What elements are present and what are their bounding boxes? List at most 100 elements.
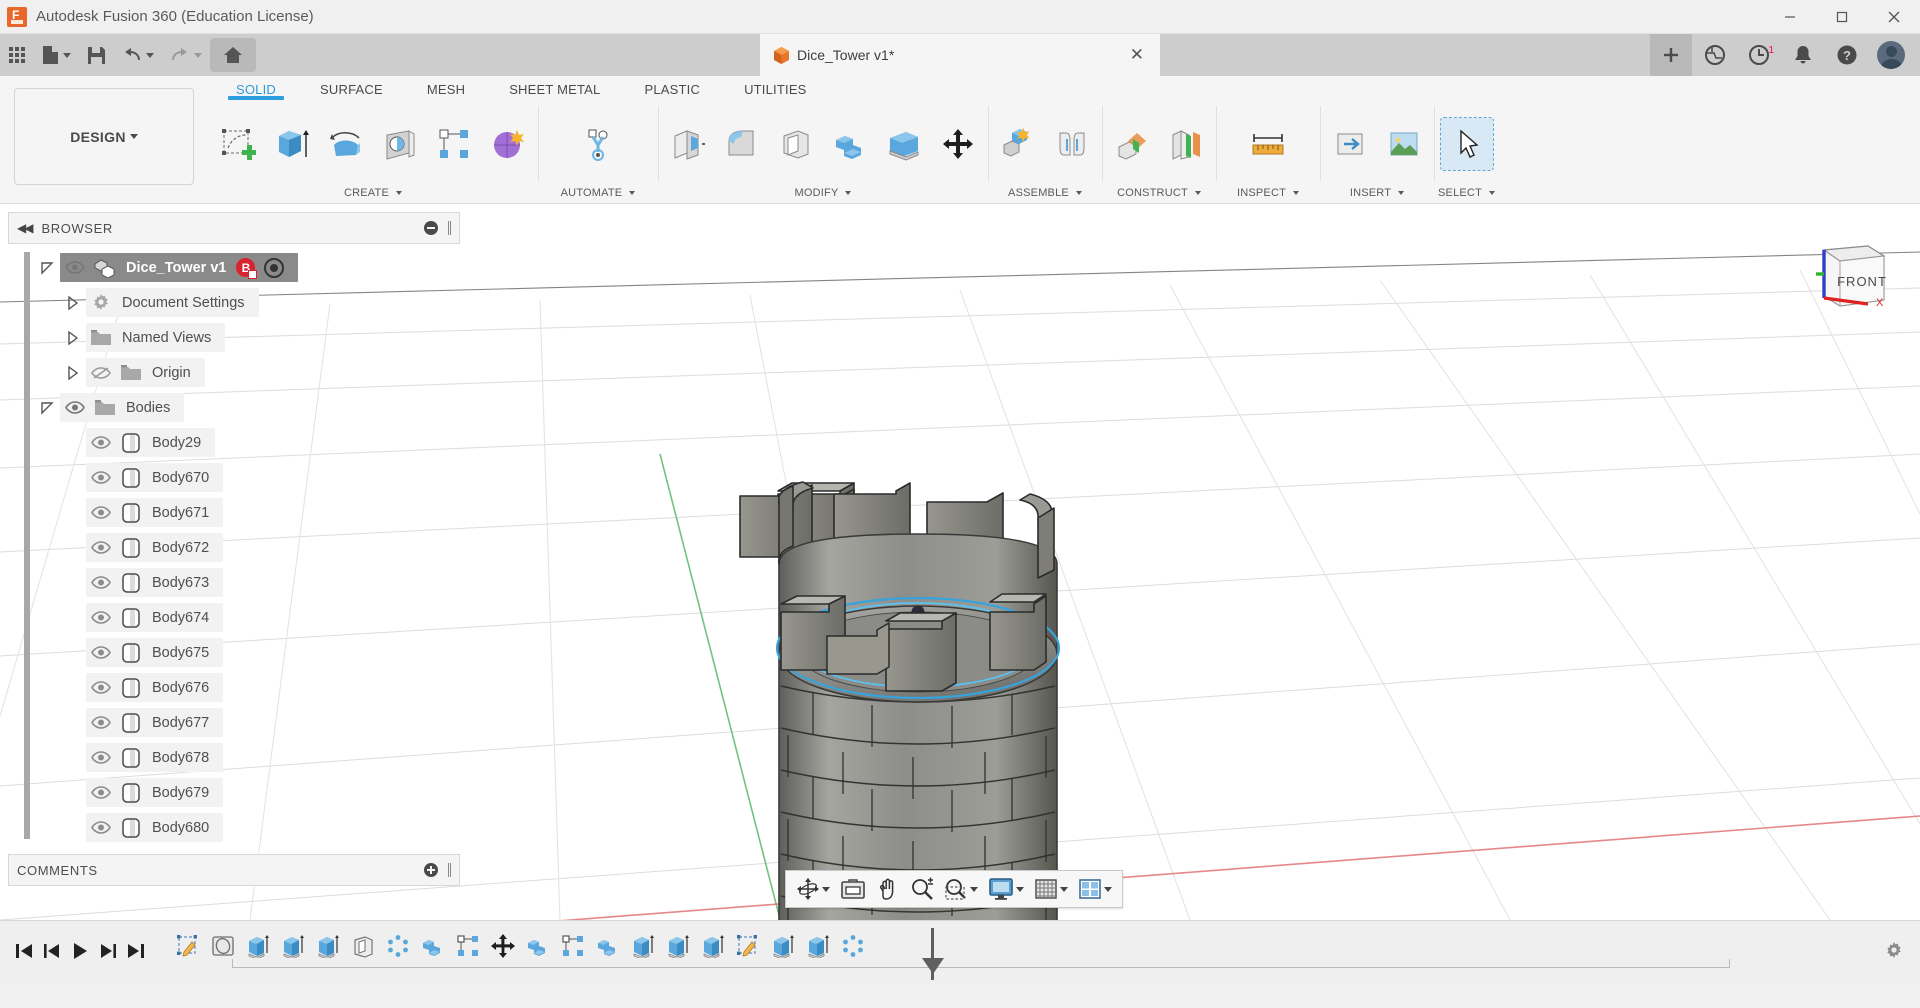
measure-button[interactable]: [1242, 118, 1294, 170]
tree-item-body[interactable]: Body680: [8, 810, 460, 845]
extrude-button[interactable]: [266, 118, 318, 170]
tree-item-bodies[interactable]: Bodies: [8, 390, 460, 425]
timeline-feature-extrude[interactable]: [627, 929, 659, 963]
timeline-feature-move[interactable]: [487, 929, 519, 963]
minus-circle-icon[interactable]: [424, 221, 438, 235]
tree-item-body[interactable]: Body670: [8, 460, 460, 495]
panel-label-inspect[interactable]: INSPECT: [1237, 183, 1299, 203]
eye-icon[interactable]: [86, 681, 116, 694]
document-tab[interactable]: Dice_Tower v1* ✕: [760, 34, 1160, 76]
eye-icon[interactable]: [60, 401, 90, 414]
close-icon[interactable]: ✕: [1090, 45, 1144, 65]
viewport-area[interactable]: ◀◀ BROWSER Dice_Tower v1: [0, 204, 1920, 920]
panel-label-assemble[interactable]: ASSEMBLE: [1008, 183, 1082, 203]
step-back-button[interactable]: [38, 934, 66, 968]
chevron-down-icon[interactable]: [822, 887, 830, 892]
notifications-button[interactable]: [1782, 34, 1824, 76]
create-sketch-button[interactable]: [212, 118, 264, 170]
new-component-button[interactable]: [992, 118, 1044, 170]
eye-icon[interactable]: [86, 576, 116, 589]
app-grid-button[interactable]: [0, 38, 34, 72]
pan-button[interactable]: [872, 874, 904, 904]
look-at-button[interactable]: [836, 874, 870, 904]
view-cube[interactable]: FRONT X: [1800, 218, 1900, 318]
tab-utilities[interactable]: UTILITIES: [722, 82, 828, 100]
tree-item-origin[interactable]: Origin: [8, 355, 460, 390]
grid-snaps-button[interactable]: [1030, 874, 1072, 904]
split-face-button[interactable]: [878, 118, 930, 170]
expand-arrow-right-icon[interactable]: [60, 331, 86, 345]
go-to-beginning-button[interactable]: [10, 934, 38, 968]
tree-item-body[interactable]: Body673: [8, 565, 460, 600]
tree-item-body[interactable]: Body676: [8, 670, 460, 705]
panel-label-modify[interactable]: MODIFY: [795, 183, 852, 203]
new-tab-button[interactable]: [1650, 34, 1692, 76]
expand-arrow-down-icon[interactable]: [34, 261, 60, 275]
select-tool-button[interactable]: [1441, 118, 1493, 170]
tab-solid[interactable]: SOLID: [214, 82, 298, 100]
chevron-down-icon[interactable]: [1104, 887, 1112, 892]
panel-label-construct[interactable]: CONSTRUCT: [1117, 183, 1201, 203]
timeline-feature-plane[interactable]: [207, 929, 239, 963]
tree-item-body[interactable]: Body679: [8, 775, 460, 810]
workspace-selector[interactable]: DESIGN: [14, 88, 194, 185]
job-status-button[interactable]: 1: [1738, 34, 1780, 76]
timeline-feature-rect-pattern[interactable]: [557, 929, 589, 963]
window-minimize-button[interactable]: [1764, 0, 1816, 34]
timeline-feature-sketch[interactable]: [172, 929, 204, 963]
save-button[interactable]: [79, 38, 114, 72]
offset-plane-button[interactable]: [1106, 118, 1158, 170]
eye-icon[interactable]: [86, 611, 116, 624]
tab-plastic[interactable]: PLASTIC: [622, 82, 722, 100]
timeline-settings-button[interactable]: [1884, 941, 1904, 966]
orbit-button[interactable]: [792, 874, 834, 904]
chevron-down-icon[interactable]: [1016, 887, 1024, 892]
expand-arrow-right-icon[interactable]: [60, 366, 86, 380]
tree-item-named-views[interactable]: Named Views: [8, 320, 460, 355]
tree-item-root[interactable]: Dice_Tower v1 B: [8, 250, 460, 285]
status-badge[interactable]: B: [236, 258, 255, 277]
expand-arrow-down-icon[interactable]: [34, 401, 60, 415]
data-panel-button[interactable]: [1694, 34, 1736, 76]
timeline-feature-rect-pattern[interactable]: [452, 929, 484, 963]
activate-target-icon[interactable]: [264, 258, 284, 278]
eye-icon[interactable]: [86, 471, 116, 484]
timeline-feature-combine[interactable]: [522, 929, 554, 963]
timeline-marker-stem[interactable]: [931, 928, 934, 980]
pattern-button[interactable]: [428, 118, 480, 170]
resize-grip-icon[interactable]: [448, 221, 451, 235]
eye-hidden-icon[interactable]: [86, 366, 116, 380]
shell-button[interactable]: [770, 118, 822, 170]
eye-icon[interactable]: [86, 541, 116, 554]
zoom-button[interactable]: [906, 874, 938, 904]
plane-through-button[interactable]: [1160, 118, 1212, 170]
chevron-down-icon[interactable]: [130, 134, 138, 139]
generative-design-button[interactable]: [572, 118, 624, 170]
joint-button[interactable]: [1046, 118, 1098, 170]
create-form-button[interactable]: [482, 118, 534, 170]
tab-surface[interactable]: SURFACE: [298, 82, 405, 100]
avatar[interactable]: [1877, 41, 1905, 69]
tab-sheet-metal[interactable]: SHEET METAL: [487, 82, 622, 100]
press-pull-button[interactable]: [662, 118, 714, 170]
tree-item-body[interactable]: Body29: [8, 425, 460, 460]
timeline-feature-combine[interactable]: [417, 929, 449, 963]
tree-scroll-rail[interactable]: [24, 252, 30, 839]
account-button[interactable]: [1870, 34, 1912, 76]
timeline-feature-shell[interactable]: [347, 929, 379, 963]
collapse-left-icon[interactable]: ◀◀: [17, 221, 31, 235]
home-button[interactable]: [210, 38, 256, 72]
timeline-feature-extrude[interactable]: [242, 929, 274, 963]
window-maximize-button[interactable]: [1816, 0, 1868, 34]
undo-button[interactable]: [114, 38, 162, 72]
help-button[interactable]: ?: [1826, 34, 1868, 76]
timeline-feature-extrude[interactable]: [277, 929, 309, 963]
eye-icon[interactable]: [86, 751, 116, 764]
tree-item-body[interactable]: Body675: [8, 635, 460, 670]
play-button[interactable]: [66, 934, 94, 968]
timeline-feature-extrude[interactable]: [312, 929, 344, 963]
window-close-button[interactable]: [1868, 0, 1920, 34]
resize-grip-icon[interactable]: [448, 863, 451, 877]
eye-icon[interactable]: [86, 436, 116, 449]
panel-label-insert[interactable]: INSERT: [1350, 183, 1404, 203]
